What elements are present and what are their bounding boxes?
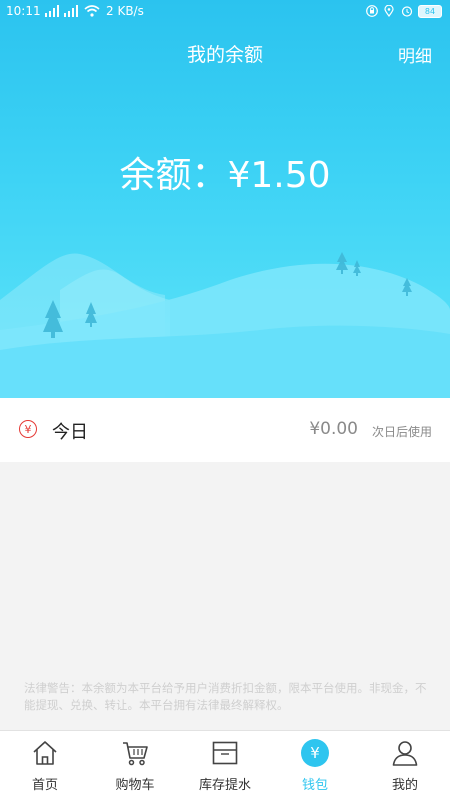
tab-profile-label: 我的: [391, 778, 418, 793]
location-icon: [384, 5, 394, 17]
tab-wallet[interactable]: ¥ 钱包: [270, 731, 360, 800]
landscape-illustration: [0, 252, 450, 398]
tab-inventory-label: 库存提水: [198, 778, 251, 793]
status-bar: 10:11 2 KB/s 84: [0, 0, 450, 24]
balance-amount: 余额：¥1.50: [119, 155, 331, 196]
status-time: 10:11: [6, 4, 41, 18]
cart-icon: [123, 742, 148, 766]
tab-inventory[interactable]: 库存提水: [180, 731, 270, 800]
tab-home-label: 首页: [31, 778, 58, 793]
lock-icon: [366, 5, 378, 17]
legal-notice: 法律警告：本余额为本平台给予用户消费折扣金额，限本平台使用。非现金，不能提现、兑…: [24, 681, 427, 712]
today-label: 今日: [52, 422, 88, 443]
wallet-balance-screen: 10:11 2 KB/s 84 我的余额 明细 余额：¥1.50 ¥ 今日 ¥0…: [0, 0, 450, 800]
wifi-icon: [84, 5, 100, 17]
home-icon: [33, 741, 57, 765]
details-button[interactable]: 明细: [398, 42, 432, 67]
tab-cart[interactable]: 购物车: [90, 731, 180, 800]
page-title: 我的余额: [186, 44, 263, 66]
today-balance-row[interactable]: ¥ 今日 ¥0.00 次日后使用: [0, 398, 450, 462]
balance-hero: 10:11 2 KB/s 84 我的余额 明细 余额：¥1.50: [0, 0, 450, 398]
network-speed: 2 KB/s: [106, 4, 144, 18]
battery-indicator: 84: [418, 5, 442, 18]
yen-icon: ¥: [19, 420, 37, 438]
user-icon: [392, 741, 418, 766]
alarm-icon: [401, 6, 413, 17]
today-amount: ¥0.00: [309, 419, 358, 439]
tab-cart-label: 购物车: [115, 778, 155, 793]
wallet-icon: ¥: [301, 739, 329, 767]
signal-4g-2-icon: [64, 5, 78, 17]
today-usage-note: 次日后使用: [371, 425, 432, 439]
bottom-tab-bar: 首页 购物车 库存提水 ¥ 钱包 我的: [0, 730, 450, 800]
tab-home[interactable]: 首页: [0, 731, 90, 800]
tab-wallet-label: 钱包: [301, 778, 328, 793]
box-icon: [212, 741, 238, 765]
signal-4g-icon: [45, 5, 59, 17]
tab-profile[interactable]: 我的: [360, 731, 450, 800]
